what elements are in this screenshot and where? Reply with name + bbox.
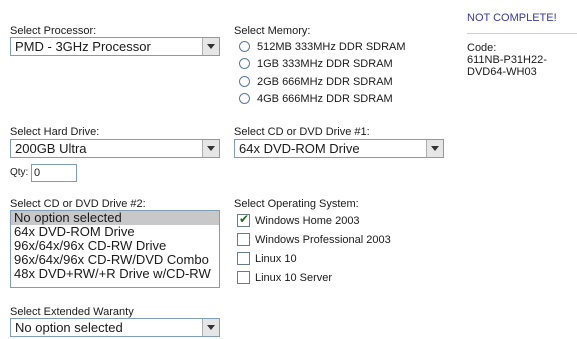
os-label: Select Operating System:	[234, 198, 359, 210]
list-item[interactable]: 48x DVD+RW/+R Drive w/CD-RW	[11, 267, 219, 281]
chevron-down-icon[interactable]	[202, 140, 219, 157]
radio-button-icon[interactable]	[239, 58, 250, 69]
cd-dvd-1-label: Select CD or DVD Drive #1:	[234, 126, 370, 138]
processor-select[interactable]: PMD - 3GHz Processor	[10, 37, 220, 56]
memory-option-label: 4GB 666MHz DDR SDRAM	[257, 93, 393, 105]
hard-drive-label: Select Hard Drive:	[10, 126, 100, 138]
memory-label: Select Memory:	[234, 25, 311, 37]
checkbox-checked-icon[interactable]: ✔	[237, 212, 250, 227]
hard-drive-selected-value: 200GB Ultra	[15, 141, 87, 156]
chevron-down-icon[interactable]	[426, 140, 443, 157]
checkbox-icon[interactable]	[237, 233, 250, 246]
memory-option-label: 512MB 333MHz DDR SDRAM	[257, 41, 406, 53]
list-item[interactable]: 96x/64x/96x CD-RW Drive	[11, 239, 219, 253]
status-badge: NOT COMPLETE!	[467, 12, 557, 24]
divider	[467, 33, 577, 34]
cd-dvd-2-listbox[interactable]: No option selected 64x DVD-ROM Drive 96x…	[10, 210, 220, 288]
warranty-select[interactable]: No option selected	[10, 318, 220, 337]
memory-option-label: 1GB 333MHz DDR SDRAM	[257, 58, 393, 70]
warranty-label: Select Extended Waranty	[10, 306, 134, 318]
radio-button-icon[interactable]	[239, 93, 250, 104]
qty-input[interactable]: 0	[31, 164, 77, 182]
cd-dvd-2-label: Select CD or DVD Drive #2:	[10, 198, 146, 210]
cd-dvd-1-select[interactable]: 64x DVD-ROM Drive	[234, 139, 444, 158]
memory-option-label: 2GB 666MHz DDR SDRAM	[257, 76, 393, 88]
hard-drive-select[interactable]: 200GB Ultra	[10, 139, 220, 158]
code-value-line2: DVD64-WH03	[467, 66, 537, 78]
processor-label: Select Processor:	[10, 25, 97, 37]
os-option-label: Linux 10 Server	[255, 272, 333, 284]
checkbox-icon[interactable]	[237, 252, 250, 265]
radio-button-icon[interactable]	[239, 41, 250, 52]
processor-selected-value: PMD - 3GHz Processor	[15, 39, 151, 54]
code-value-line1: 611NB-P31H22-	[467, 54, 547, 66]
list-item[interactable]: 64x DVD-ROM Drive	[11, 225, 219, 239]
checkbox-icon[interactable]	[237, 271, 250, 284]
cd-dvd-1-selected-value: 64x DVD-ROM Drive	[239, 141, 360, 156]
os-option-label: Windows Home 2003	[255, 215, 360, 227]
chevron-down-icon[interactable]	[202, 319, 219, 336]
radio-button-icon[interactable]	[239, 76, 250, 87]
list-item[interactable]: No option selected	[11, 211, 219, 225]
list-item[interactable]: 96x/64x/96x CD-RW/DVD Combo	[11, 253, 219, 267]
os-option-label: Linux 10	[255, 253, 297, 265]
qty-label: Qty:	[10, 167, 29, 178]
warranty-selected-value: No option selected	[15, 320, 123, 335]
chevron-down-icon[interactable]	[202, 38, 219, 55]
os-option-label: Windows Professional 2003	[255, 234, 391, 246]
code-label: Code:	[467, 42, 497, 54]
